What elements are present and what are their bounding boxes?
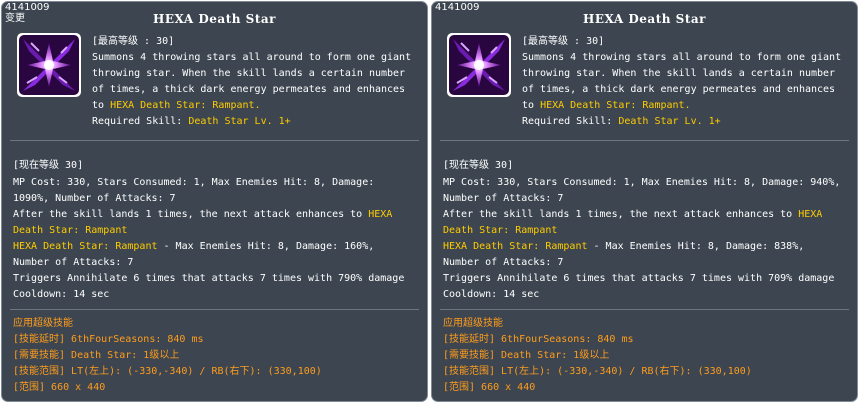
rampant-link-text: HEXA Death Star: Rampant.: [540, 100, 691, 111]
current-level: [现在等级 30]: [13, 160, 84, 171]
hyper-range: [技能范围] LT(左上): (-330,-340) / RB(右下): (33…: [443, 366, 752, 377]
rampant-stats-line-2: Number of Attacks: 7: [443, 257, 564, 268]
divider: [440, 309, 849, 310]
hyper-delay: [技能延时] 6thFourSeasons: 840 ms: [443, 334, 634, 345]
hyper-area: [范围] 660 x 440: [13, 382, 106, 393]
description-line-2: throwing star. When the skill lands a ce…: [522, 68, 836, 79]
skill-tooltip-right: 4141009 HEXA Death Star [最高等级 : 30] Summ…: [431, 1, 858, 402]
hexa-death-star-icon: [449, 35, 509, 95]
description-line-3: of times, a thick dark energy permeates …: [92, 84, 406, 95]
rampant-stats: HEXA Death Star: Rampant - Max Enemies H…: [13, 241, 375, 252]
hyper-skill-title: 应用超级技能: [443, 318, 503, 329]
hyper-delay: [技能延时] 6thFourSeasons: 840 ms: [13, 334, 204, 345]
stats-line-1: MP Cost: 330, Stars Consumed: 1, Max Ene…: [443, 177, 841, 188]
rampant-link-text: HEXA Death Star: Rampant.: [110, 100, 261, 111]
description-line-2: throwing star. When the skill lands a ce…: [92, 68, 406, 79]
divider: [10, 309, 419, 310]
cooldown: Cooldown: 14 sec: [13, 289, 110, 300]
divider: [440, 140, 849, 141]
description-line-4: to HEXA Death Star: Rampant.: [522, 100, 691, 111]
skill-title: HEXA Death Star: [583, 12, 706, 26]
after-skill-lands-cont: Death Star: Rampant: [13, 225, 128, 236]
stats-line-2: 1090%, Number of Attacks: 7: [13, 193, 176, 204]
after-skill-lands: After the skill lands 1 times, the next …: [13, 209, 393, 220]
skill-icon: [17, 33, 81, 97]
description-line-3: of times, a thick dark energy permeates …: [522, 84, 836, 95]
hyper-area: [范围] 660 x 440: [443, 382, 536, 393]
after-skill-lands-cont: Death Star: Rampant: [443, 225, 558, 236]
max-level: [最高等级 : 30]: [522, 36, 605, 47]
hyper-required-skill: [需要技能] Death Star: 1级以上: [13, 350, 180, 361]
description-line-1: Summons 4 throwing stars all around to f…: [92, 52, 412, 63]
hyper-required-skill: [需要技能] Death Star: 1级以上: [443, 350, 610, 361]
after-skill-lands: After the skill lands 1 times, the next …: [443, 209, 823, 220]
cooldown: Cooldown: 14 sec: [443, 289, 540, 300]
skill-title: HEXA Death Star: [153, 12, 276, 26]
divider: [10, 140, 419, 141]
max-level: [最高等级 : 30]: [92, 36, 175, 47]
skill-icon: [447, 33, 511, 97]
triggers-annihilate: Triggers Annihilate 6 times that attacks…: [13, 273, 405, 284]
hyper-range: [技能范围] LT(左上): (-330,-340) / RB(右下): (33…: [13, 366, 322, 377]
rampant-stats: HEXA Death Star: Rampant - Max Enemies H…: [443, 241, 805, 252]
current-level: [现在等级 30]: [443, 160, 514, 171]
triggers-annihilate: Triggers Annihilate 6 times that attacks…: [443, 273, 835, 284]
description-line-1: Summons 4 throwing stars all around to f…: [522, 52, 842, 63]
rampant-stats-line-2: Number of Attacks: 7: [13, 257, 134, 268]
required-skill: Required Skill: Death Star Lv. 1+: [92, 116, 291, 127]
stats-line-2: Number of Attacks: 7: [443, 193, 564, 204]
skill-tooltip-left: 4141009 变更 HEXA Death Star [最高等级 : 30] S…: [1, 1, 428, 402]
hyper-skill-title: 应用超级技能: [13, 318, 73, 329]
hexa-death-star-icon: [19, 35, 79, 95]
description-line-4: to HEXA Death Star: Rampant.: [92, 100, 261, 111]
required-skill: Required Skill: Death Star Lv. 1+: [522, 116, 721, 127]
stats-line-1: MP Cost: 330, Stars Consumed: 1, Max Ene…: [13, 177, 375, 188]
